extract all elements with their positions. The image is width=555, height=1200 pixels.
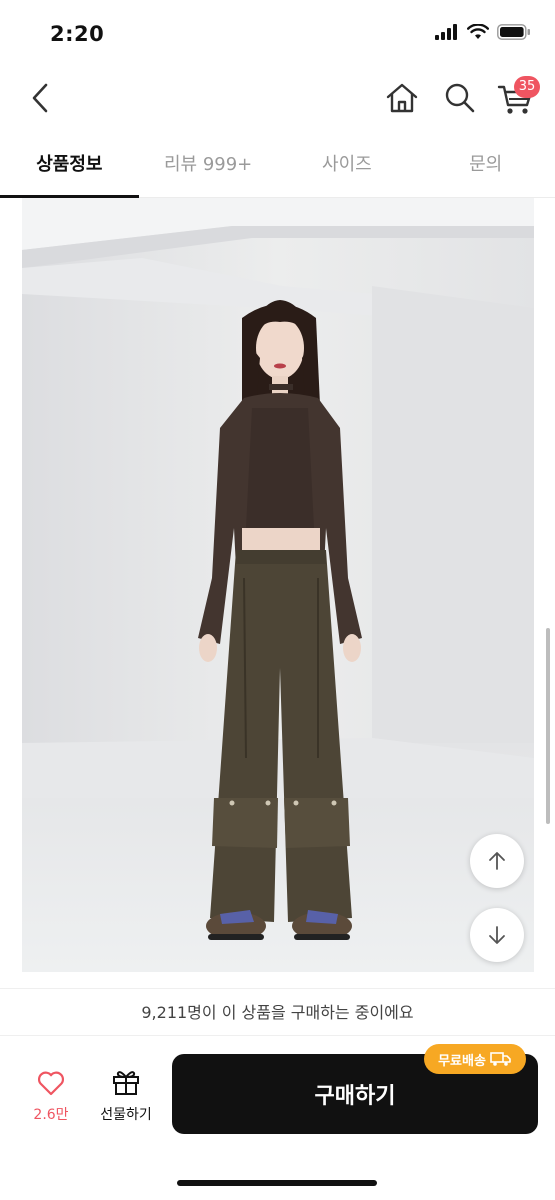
home-icon [386, 83, 418, 113]
search-button[interactable] [442, 80, 478, 116]
like-count: 2.6만 [33, 1107, 69, 1123]
back-button[interactable] [22, 80, 58, 116]
home-button[interactable] [384, 80, 420, 116]
gift-button[interactable]: 선물하기 [92, 1068, 160, 1124]
arrow-up-icon [489, 852, 505, 870]
truck-icon [490, 1052, 511, 1066]
model-photo [22, 198, 534, 972]
scroll-up-button[interactable] [470, 834, 524, 888]
tab-bar: 상품정보 리뷰 999+ 사이즈 문의 [0, 138, 555, 198]
tab-size[interactable]: 사이즈 [278, 138, 417, 197]
bottom-action-bar: 2.6만 선물하기 구매하기 무료배송 [0, 1036, 555, 1200]
purchase-info-text: 9,211명이 이 상품을 구매하는 중이에요 [0, 988, 555, 1036]
free-shipping-label: 무료배송 [438, 1053, 486, 1069]
arrow-down-icon [489, 926, 505, 944]
status-bar: 2:20 [0, 0, 555, 68]
battery-icon [497, 24, 530, 40]
tab-product-info[interactable]: 상품정보 [0, 138, 139, 198]
buy-button-label: 구매하기 [314, 1084, 396, 1109]
tab-reviews[interactable]: 리뷰 999+ [139, 138, 278, 197]
home-indicator [177, 1180, 377, 1186]
product-image [22, 198, 534, 972]
wifi-icon [467, 24, 489, 39]
search-icon [445, 83, 475, 113]
scroll-indicator[interactable] [546, 628, 550, 824]
gift-label: 선물하기 [100, 1107, 152, 1123]
like-button[interactable]: 2.6만 [22, 1070, 80, 1124]
gift-icon [113, 1071, 139, 1095]
tab-inquiry[interactable]: 문의 [416, 138, 555, 197]
status-time: 2:20 [50, 22, 105, 46]
signal-icon [435, 24, 457, 40]
top-nav [0, 68, 555, 130]
chevron-left-icon [32, 83, 48, 113]
cart-count-badge: 35 [514, 76, 540, 98]
status-icons [435, 24, 531, 40]
scroll-down-button[interactable] [470, 908, 524, 962]
heart-icon [37, 1071, 65, 1096]
free-shipping-badge: 무료배송 [424, 1044, 526, 1074]
